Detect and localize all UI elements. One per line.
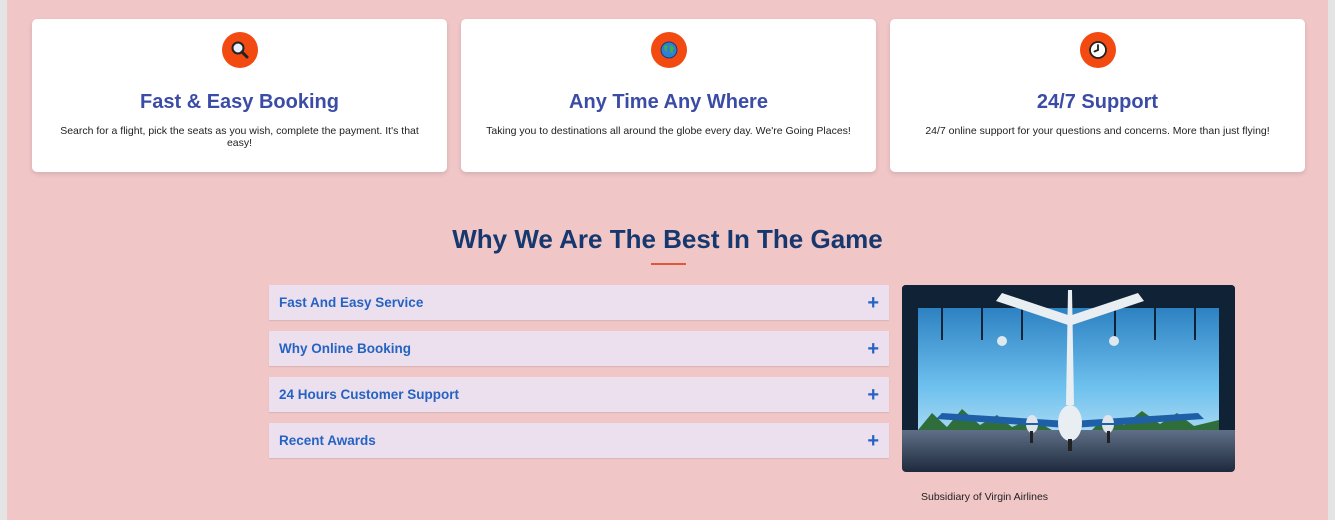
feature-description: Taking you to destinations all around th… <box>486 125 851 137</box>
plus-icon[interactable]: + <box>867 293 879 313</box>
accordion-label: 24 Hours Customer Support <box>279 387 460 402</box>
magnifier-icon <box>221 32 258 68</box>
feature-title: Fast & Easy Booking <box>140 91 339 113</box>
plus-icon[interactable]: + <box>867 339 879 359</box>
feature-card-anytime: Any Time Any Where Taking you to destina… <box>461 19 876 172</box>
accordion-item-why-online-booking[interactable]: Why Online Booking + <box>269 331 889 366</box>
airplane-hangar-image <box>902 285 1235 472</box>
feature-card-support: 24/7 Support 24/7 online support for you… <box>890 19 1305 172</box>
title-underline <box>651 263 686 265</box>
accordion-label: Fast And Easy Service <box>279 295 424 310</box>
feature-title: 24/7 Support <box>1036 91 1159 113</box>
feature-description: 24/7 online support for your questions a… <box>925 125 1270 137</box>
globe-icon <box>650 32 687 68</box>
feature-description: Search for a flight, pick the seats as y… <box>60 125 419 149</box>
feature-title: Any Time Any Where <box>569 91 768 113</box>
feature-card-booking: Fast & Easy Booking Search for a flight,… <box>32 19 447 172</box>
accordion-label: Why Online Booking <box>279 341 411 356</box>
accordion-item-customer-support[interactable]: 24 Hours Customer Support + <box>269 377 889 412</box>
image-caption: Subsidiary of Virgin Airlines <box>921 491 1049 503</box>
plus-icon[interactable]: + <box>867 385 879 405</box>
accordion-item-recent-awards[interactable]: Recent Awards + <box>269 423 889 458</box>
page-content: Fast & Easy Booking Search for a flight,… <box>7 0 1328 520</box>
section-title: Why We Are The Best In The Game <box>452 224 883 254</box>
plus-icon[interactable]: + <box>867 431 879 451</box>
accordion-label: Recent Awards <box>279 433 376 448</box>
clock-icon <box>1079 32 1116 68</box>
accordion-item-fast-easy-service[interactable]: Fast And Easy Service + <box>269 285 889 320</box>
